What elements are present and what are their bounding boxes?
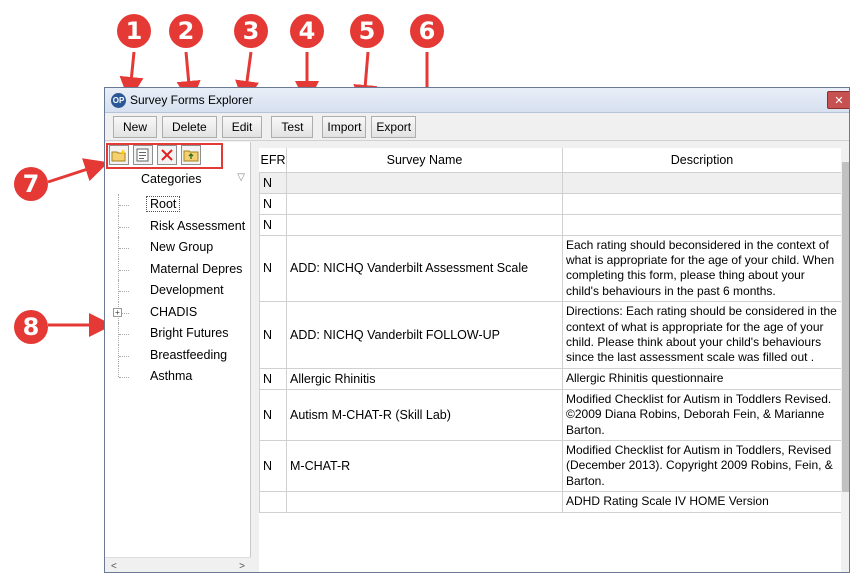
expand-plus-icon[interactable]: + xyxy=(113,307,122,317)
column-header-survey-name[interactable]: Survey Name xyxy=(286,148,563,173)
category-pane: Categories ▽ Root Risk Assessment New Gr… xyxy=(105,142,251,572)
callout-7: 7 xyxy=(14,167,48,201)
cell-survey-name: Allergic Rhinitis xyxy=(286,367,563,390)
column-header-efr[interactable]: EFR xyxy=(259,148,287,173)
table-row[interactable]: N ADD: NICHQ Vanderbilt FOLLOW-UP Direct… xyxy=(259,301,842,369)
categories-header[interactable]: Categories ▽ xyxy=(141,172,247,186)
import-button[interactable]: Import xyxy=(322,115,367,138)
callout-8: 8 xyxy=(14,310,48,344)
tree-item-new-group[interactable]: New Group xyxy=(105,237,251,259)
categories-header-label: Categories xyxy=(141,172,202,186)
table-row[interactable]: N xyxy=(259,192,842,215)
cell-survey-name: Autism M-CHAT-R (Skill Lab) xyxy=(286,388,563,441)
tree-item-label: New Group xyxy=(150,240,214,254)
tree-item-risk-assessment[interactable]: Risk Assessment xyxy=(105,215,251,237)
cell-efr: N xyxy=(259,192,287,215)
test-button[interactable]: Test xyxy=(271,115,314,138)
delete-button[interactable]: Delete xyxy=(162,115,217,138)
tree-item-bright-futures[interactable]: Bright Futures xyxy=(105,323,251,345)
scroll-left-icon[interactable]: < xyxy=(111,561,117,572)
toolbar-highlight-box xyxy=(106,143,223,169)
cell-description: Allergic Rhinitis questionnaire xyxy=(562,367,842,390)
tree-item-label: Asthma xyxy=(150,369,193,383)
survey-grid: EFR Survey Name Description N N N N ADD:… xyxy=(259,148,849,572)
column-header-description[interactable]: Description xyxy=(562,148,842,173)
tree-item-breastfeeding[interactable]: Breastfeeding xyxy=(105,344,251,366)
cell-description xyxy=(562,192,842,215)
cell-survey-name xyxy=(286,171,563,194)
cell-description: Directions: Each rating should be consid… xyxy=(562,301,842,369)
callout-5: 5 xyxy=(350,14,384,48)
close-button[interactable]: ✕ xyxy=(827,91,849,109)
table-row[interactable]: N xyxy=(259,171,842,194)
tree-item-root[interactable]: Root xyxy=(105,194,251,216)
window-title: Survey Forms Explorer xyxy=(130,93,253,107)
cell-description xyxy=(562,171,842,194)
cell-description: Each rating should beconsidered in the c… xyxy=(562,234,842,303)
table-row[interactable]: N xyxy=(259,213,842,236)
cell-efr: N xyxy=(259,171,287,194)
cell-description: Modified Checklist for Autism in Toddler… xyxy=(562,439,842,493)
survey-forms-explorer-window: OP Survey Forms Explorer ✕ New Delete Ed… xyxy=(104,87,850,573)
callout-1: 1 xyxy=(117,14,151,48)
tree-item-label: Development xyxy=(150,283,224,297)
vertical-scrollbar[interactable] xyxy=(841,148,849,572)
cell-efr: N xyxy=(259,367,287,390)
tree-item-maternal-depression[interactable]: Maternal Depres xyxy=(105,258,251,280)
tree-item-chadis[interactable]: + CHADIS xyxy=(105,301,251,323)
new-button[interactable]: New xyxy=(113,115,158,138)
export-button[interactable]: Export xyxy=(371,115,417,138)
cell-description: ADHD Rating Scale IV HOME Version xyxy=(562,491,842,513)
table-row[interactable]: ADHD Rating Scale IV HOME Version xyxy=(259,491,842,513)
cell-survey-name xyxy=(286,213,563,236)
cell-survey-name xyxy=(286,192,563,215)
sort-chevron-icon: ▽ xyxy=(237,172,245,183)
scrollbar-thumb[interactable] xyxy=(842,162,849,492)
survey-table: EFR Survey Name Description N N N N ADD:… xyxy=(259,148,842,513)
table-row[interactable]: N ADD: NICHQ Vanderbilt Assessment Scale… xyxy=(259,234,842,303)
cell-description: Modified Checklist for Autism in Toddler… xyxy=(562,388,842,441)
cell-efr: N xyxy=(259,301,287,369)
callout-3: 3 xyxy=(234,14,268,48)
category-tree: Root Risk Assessment New Group Maternal … xyxy=(105,194,251,388)
edit-button[interactable]: Edit xyxy=(221,115,263,138)
table-row[interactable]: N Autism M-CHAT-R (Skill Lab) Modified C… xyxy=(259,388,842,441)
callout-6: 6 xyxy=(410,14,444,48)
tree-item-label: Root xyxy=(146,196,181,212)
main-toolbar: New Delete Edit Test Import Export xyxy=(105,113,849,141)
callout-2: 2 xyxy=(169,14,203,48)
tree-item-label: Maternal Depres xyxy=(150,261,243,276)
app-logo-icon: OP xyxy=(111,92,126,108)
tree-item-asthma[interactable]: Asthma xyxy=(105,366,251,388)
cell-description xyxy=(562,213,842,236)
table-header-row: EFR Survey Name Description xyxy=(259,148,842,173)
cell-efr xyxy=(259,491,287,513)
table-row[interactable]: N M-CHAT-R Modified Checklist for Autism… xyxy=(259,439,842,493)
cell-survey-name xyxy=(286,491,563,513)
cell-survey-name: ADD: NICHQ Vanderbilt FOLLOW-UP xyxy=(286,301,563,369)
tree-item-label: Risk Assessment xyxy=(150,218,246,233)
cell-efr: N xyxy=(259,234,287,303)
title-bar[interactable]: OP Survey Forms Explorer ✕ xyxy=(105,88,849,113)
callout-4: 4 xyxy=(290,14,324,48)
cell-efr: N xyxy=(259,213,287,236)
tree-item-development[interactable]: Development xyxy=(105,280,251,302)
cell-survey-name: M-CHAT-R xyxy=(286,439,563,493)
tree-item-label: Bright Futures xyxy=(150,326,229,340)
cell-survey-name: ADD: NICHQ Vanderbilt Assessment Scale xyxy=(286,234,563,303)
tree-item-label: CHADIS xyxy=(150,304,198,319)
scroll-right-icon[interactable]: > xyxy=(239,561,245,572)
horizontal-scrollbar[interactable]: < > xyxy=(105,557,251,572)
table-row[interactable]: N Allergic Rhinitis Allergic Rhinitis qu… xyxy=(259,367,842,390)
cell-efr: N xyxy=(259,439,287,493)
tree-item-label: Breastfeeding xyxy=(150,347,228,362)
cell-efr: N xyxy=(259,388,287,441)
